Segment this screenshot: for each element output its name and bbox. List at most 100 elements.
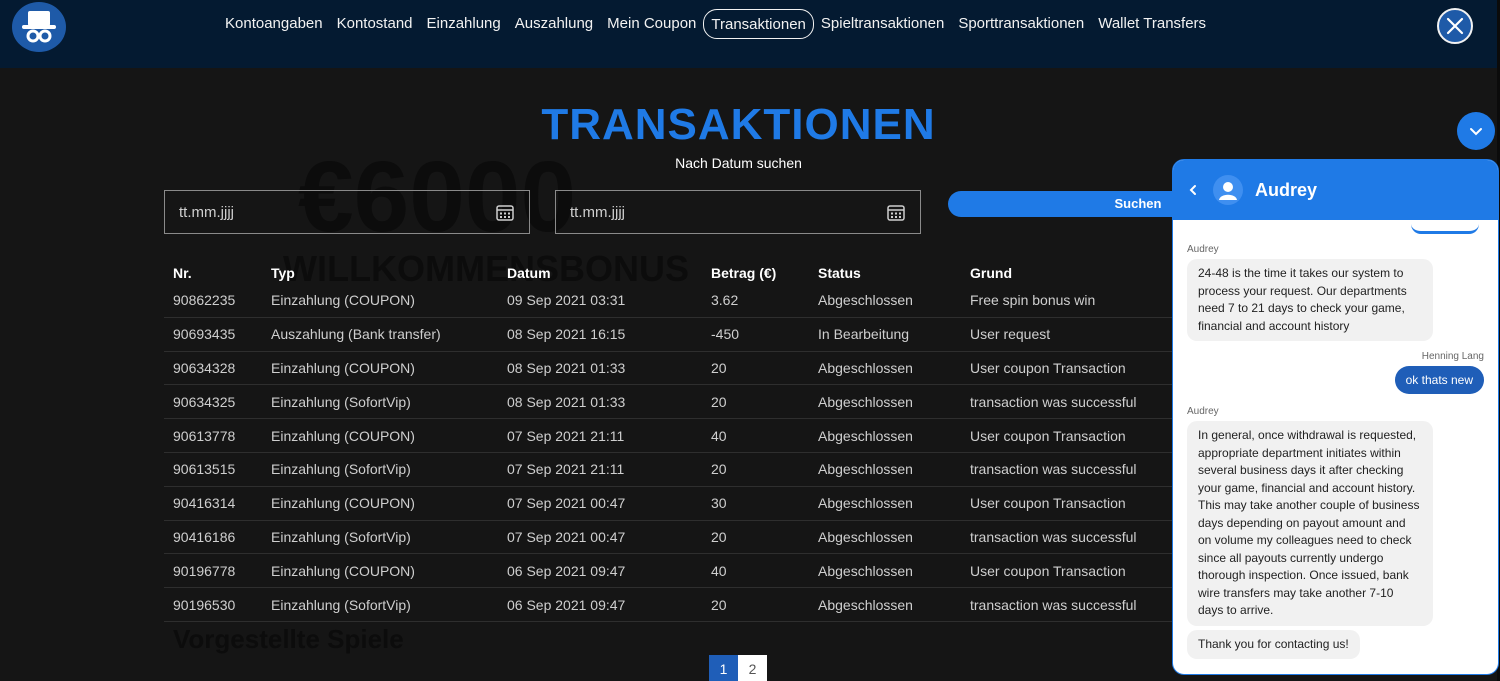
cell-betrag: 3.62: [711, 292, 739, 309]
column-header-status: Status: [818, 265, 861, 281]
cell-typ: Einzahlung (SofortVip): [271, 528, 411, 545]
cell-datum: 06 Sep 2021 09:47: [507, 562, 626, 579]
cell-typ: Einzahlung (COUPON): [271, 427, 415, 444]
nav-item-spieltransaktionen[interactable]: Spieltransaktionen: [814, 9, 951, 39]
chat-minimize-button[interactable]: [1457, 112, 1495, 150]
bg-featured-games: Vorgestellte Spiele: [173, 624, 404, 654]
date-from-placeholder: tt.mm.jjjj: [179, 203, 234, 221]
nav-item-mein-coupon[interactable]: Mein Coupon: [600, 9, 703, 39]
top-hat-logo-icon[interactable]: [12, 2, 66, 52]
chevron-down-icon: [1470, 128, 1482, 136]
cell-status: Abgeschlossen: [818, 562, 913, 579]
cell-betrag: 20: [711, 393, 727, 410]
cell-grund: Free spin bonus win: [970, 292, 1096, 309]
cell-betrag: 40: [711, 562, 727, 579]
page-button-1[interactable]: 1: [709, 655, 738, 681]
cell-nr: 90196530: [173, 596, 236, 613]
cell-betrag: -450: [711, 326, 740, 343]
nav-item-kontoangaben[interactable]: Kontoangaben: [218, 9, 330, 39]
cell-typ: Auszahlung (Bank transfer): [271, 326, 441, 343]
cell-status: Abgeschlossen: [818, 461, 913, 478]
chat-back-button[interactable]: [1187, 183, 1201, 197]
page-button-2[interactable]: 2: [738, 655, 767, 681]
table-row: 90416314 Einzahlung (COUPON) 07 Sep 2021 0…: [164, 487, 1174, 521]
cell-betrag: 20: [711, 461, 727, 478]
cell-nr: 90613515: [173, 461, 236, 478]
cell-betrag: 40: [711, 427, 727, 444]
cell-datum: 07 Sep 2021 21:11: [507, 461, 625, 478]
cell-nr: 90862235: [173, 292, 236, 309]
agent-message: Thank you for contacting us!: [1187, 629, 1360, 659]
calendar-icon[interactable]: [495, 202, 515, 222]
cell-datum: 07 Sep 2021 00:47: [507, 495, 626, 512]
table-row: 90613515 Einzahlung (SofortVip) 07 Sep 202…: [164, 453, 1174, 487]
chevron-left-icon: [1189, 185, 1196, 195]
table-row: 90196778 Einzahlung (COUPON) 06 Sep 2021 0…: [164, 554, 1174, 589]
cell-datum: 08 Sep 2021 16:15: [507, 326, 626, 343]
cell-status: In Bearbeitung: [818, 326, 910, 343]
cell-betrag: 20: [711, 359, 727, 376]
cell-typ: Einzahlung (SofortVip): [271, 596, 411, 613]
cell-betrag: 20: [711, 596, 727, 613]
cell-status: Abgeschlossen: [818, 495, 913, 512]
account-nav: Kontoangaben Kontostand Einzahlung Ausza…: [218, 9, 1213, 39]
date-from-input[interactable]: tt.mm.jjjj: [164, 190, 530, 234]
column-header-datum: Datum: [507, 265, 551, 281]
live-chat-window: Audrey Audrey 24-48 is the time it takes…: [1172, 159, 1499, 675]
column-header-betrag: Betrag (€): [711, 265, 777, 281]
user-message: ok thats new: [1394, 366, 1484, 394]
message-sender: Henning Lang: [1421, 351, 1484, 362]
nav-item-einzahlung[interactable]: Einzahlung: [420, 9, 508, 39]
nav-item-auszahlung[interactable]: Auszahlung: [508, 9, 600, 39]
cell-grund: User coupon Transaction: [970, 562, 1126, 579]
cell-status: Abgeschlossen: [818, 596, 913, 613]
column-header-typ: Typ: [271, 265, 295, 281]
table-row: 90634328 Einzahlung (COUPON) 08 Sep 2021 0…: [164, 352, 1174, 386]
cell-typ: Einzahlung (COUPON): [271, 359, 415, 376]
table-row: 90634325 Einzahlung (SofortVip) 08 Sep 202…: [164, 385, 1174, 420]
date-to-input[interactable]: tt.mm.jjjj: [555, 190, 921, 234]
cell-typ: Einzahlung (COUPON): [271, 292, 415, 309]
agent-message: 24-48 is the time it takes our system to…: [1187, 259, 1433, 341]
cell-betrag: 20: [711, 528, 727, 545]
cell-datum: 08 Sep 2021 01:33: [507, 393, 626, 410]
cell-grund: User coupon Transaction: [970, 359, 1126, 376]
cell-typ: Einzahlung (COUPON): [271, 495, 415, 512]
message-sender: Audrey: [1187, 244, 1219, 255]
date-to-placeholder: tt.mm.jjjj: [570, 203, 625, 221]
close-button[interactable]: [1437, 8, 1473, 44]
agent-message: In general, once withdrawal is requested…: [1187, 421, 1433, 626]
cell-grund: User coupon Transaction: [970, 495, 1126, 512]
calendar-icon[interactable]: [886, 202, 906, 222]
cell-grund: User request: [970, 326, 1051, 343]
chat-agent-name: Audrey: [1255, 179, 1318, 200]
chat-header: Audrey: [1173, 160, 1498, 220]
chat-messages[interactable]: Audrey 24-48 is the time it takes our sy…: [1173, 220, 1498, 659]
cell-betrag: 30: [711, 495, 727, 512]
cell-datum: 06 Sep 2021 09:47: [507, 596, 626, 613]
cell-nr: 90416186: [173, 528, 236, 545]
pagination: 1 2: [709, 655, 767, 681]
cell-datum: 08 Sep 2021 01:33: [507, 359, 626, 376]
nav-item-sporttransaktionen[interactable]: Sporttransaktionen: [951, 9, 1091, 39]
nav-item-transaktionen[interactable]: Transaktionen: [703, 9, 814, 39]
cell-datum: 07 Sep 2021 00:47: [507, 528, 626, 545]
cell-status: Abgeschlossen: [818, 427, 913, 444]
cell-grund: transaction was successful: [970, 461, 1137, 478]
previous-message-edge: [1411, 220, 1479, 234]
column-header-nr: Nr.: [173, 265, 192, 281]
table-row: 90862235 Einzahlung (COUPON) 09 Sep 2021 0…: [164, 284, 1174, 318]
cell-nr: 90693435: [173, 326, 236, 343]
cell-typ: Einzahlung (COUPON): [271, 562, 415, 579]
page-title: TRANSAKTIONEN: [541, 100, 936, 149]
nav-item-kontostand[interactable]: Kontostand: [330, 9, 420, 39]
cell-grund: transaction was successful: [970, 393, 1137, 410]
nav-item-wallet-transfers[interactable]: Wallet Transfers: [1091, 9, 1213, 39]
cell-status: Abgeschlossen: [818, 292, 913, 309]
cell-grund: transaction was successful: [970, 596, 1137, 613]
message-sender: Audrey: [1187, 406, 1219, 417]
top-navigation-bar: Kontoangaben Kontostand Einzahlung Ausza…: [0, 0, 1497, 68]
cell-grund: transaction was successful: [970, 528, 1137, 545]
table-row: 90416186 Einzahlung (SofortVip) 07 Sep 202…: [164, 521, 1174, 555]
cell-grund: User coupon Transaction: [970, 427, 1126, 444]
